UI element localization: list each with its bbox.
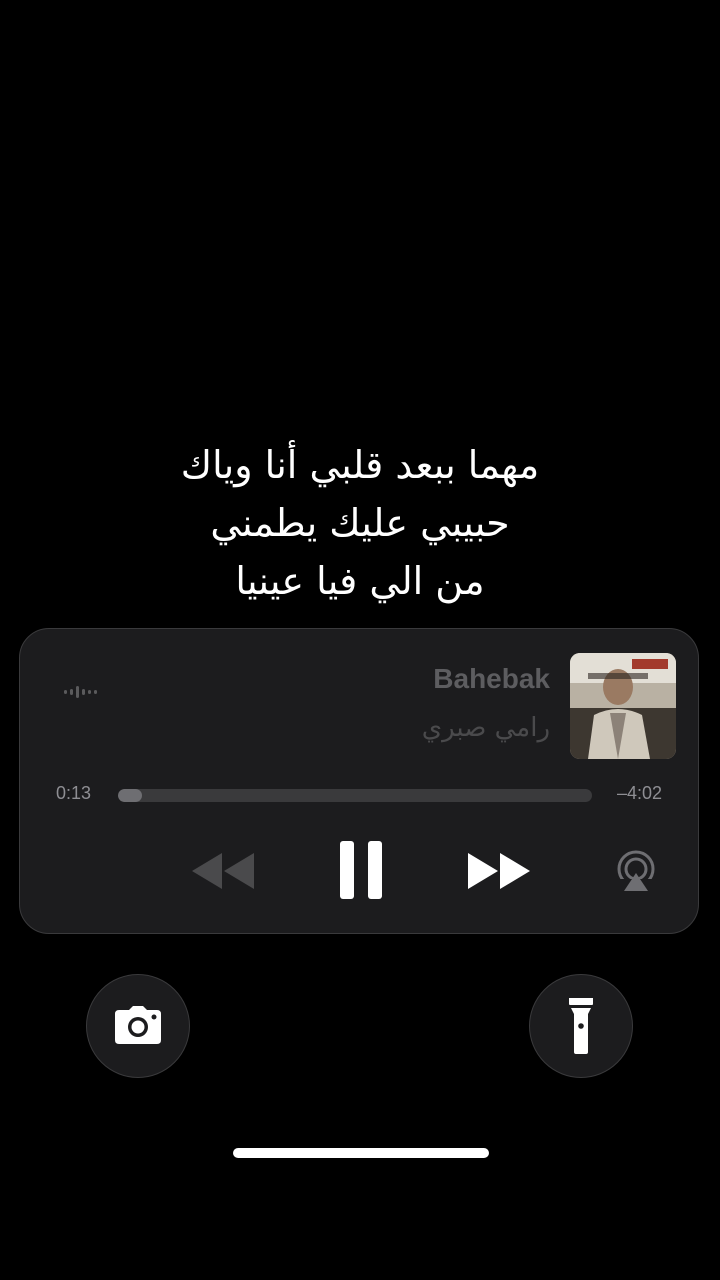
album-art[interactable]: [570, 653, 676, 759]
airplay-icon[interactable]: [614, 849, 658, 893]
backward-icon[interactable]: [188, 851, 256, 891]
lock-screen: مهما ببعد قلبي أنا وياك حبيبي عليك يطمني…: [0, 0, 720, 1280]
album-art-image: [570, 653, 676, 759]
pause-icon[interactable]: [336, 839, 386, 901]
lyrics-line-3: من الي فيا عينيا: [235, 559, 485, 603]
lyrics-line-2: حبيبي عليك يطمني: [210, 501, 510, 545]
home-indicator[interactable]: [233, 1148, 489, 1158]
flashlight-icon: [569, 998, 593, 1054]
progress-fill: [118, 789, 142, 802]
progress-scrubber[interactable]: [118, 789, 592, 802]
lyrics-overlay: مهما ببعد قلبي أنا وياك حبيبي عليك يطمني…: [0, 436, 720, 610]
camera-button[interactable]: [86, 974, 190, 1078]
remaining-time: –4:02: [616, 783, 662, 803]
track-title: Bahebak: [433, 663, 550, 694]
camera-icon: [115, 1006, 161, 1044]
waveform-icon: [64, 686, 97, 698]
flashlight-button[interactable]: [529, 974, 633, 1078]
track-artist: رامي صبري: [421, 713, 550, 743]
now-playing-widget[interactable]: Bahebak رامي صبري 0:13 –4:02: [19, 628, 699, 934]
forward-icon[interactable]: [466, 851, 534, 891]
elapsed-time: 0:13: [56, 783, 92, 803]
lyrics-line-1: مهما ببعد قلبي أنا وياك: [180, 443, 540, 487]
